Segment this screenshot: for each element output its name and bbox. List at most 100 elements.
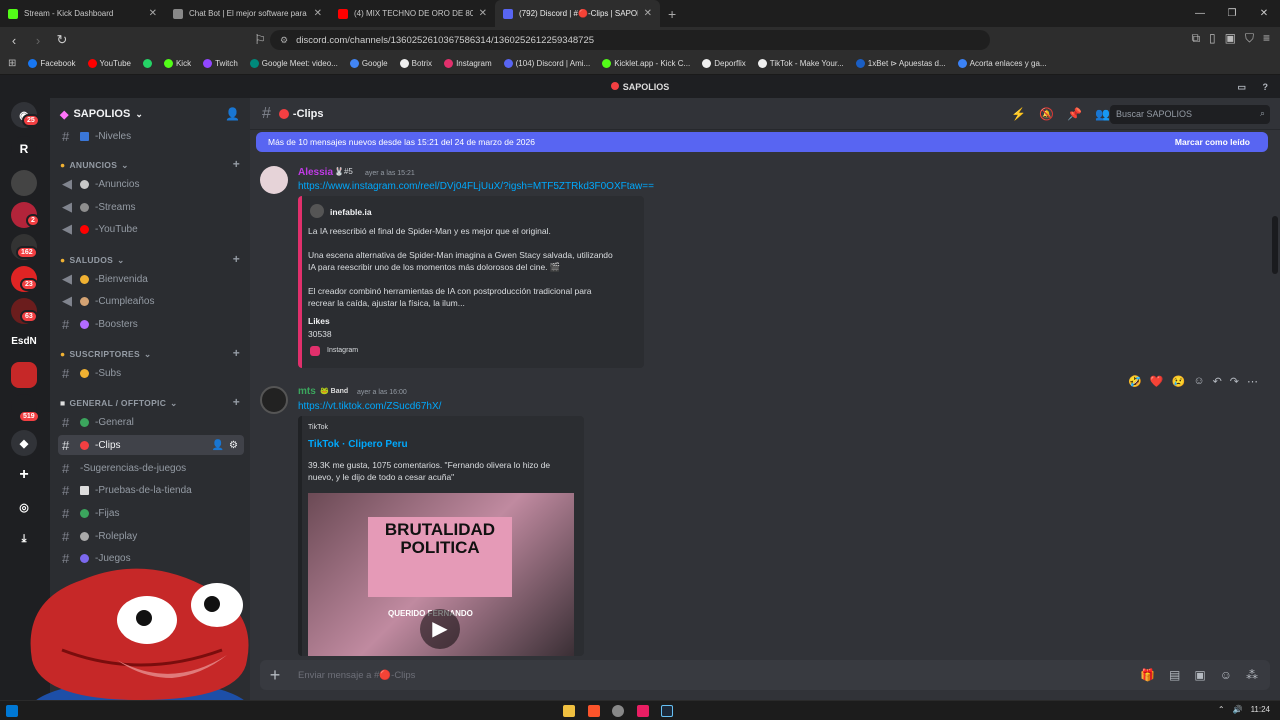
channel-boosters[interactable]: # -Boosters — [58, 314, 244, 334]
back-icon[interactable]: ‹ — [4, 33, 24, 48]
extensions-icon[interactable]: ⧉ — [1191, 31, 1200, 46]
mark-as-read-button[interactable]: Marcar como leído — [1175, 137, 1250, 147]
member-list-icon[interactable]: 👥 — [1095, 107, 1110, 121]
minimize-icon[interactable]: — — [1184, 8, 1216, 19]
menu-icon[interactable]: ≡ — [1263, 31, 1270, 46]
bookmark-icon[interactable]: ⚐ — [250, 32, 270, 48]
url-field[interactable]: ⚙ discord.com/channels/136025261036758631… — [270, 30, 990, 50]
server-icon-sapolios[interactable] — [11, 362, 37, 388]
attach-icon[interactable]: + — [260, 665, 290, 686]
bookmark-item[interactable]: Kick — [163, 59, 191, 68]
add-channel-icon[interactable]: + — [233, 252, 240, 266]
message-link[interactable]: https://www.instagram.com/reel/DVj04FLjU… — [298, 181, 654, 192]
category-anuncios[interactable]: ● ANUNCIOS ⌄ + — [60, 157, 240, 171]
sticker-icon[interactable]: ▣ — [1194, 668, 1205, 682]
message-composer[interactable]: + Enviar mensaje a #🔴-Clips 🎁 ▤ ▣ ☺ ⁂ — [260, 660, 1270, 690]
gift-icon[interactable]: 🎁 — [1140, 668, 1155, 682]
browser-tab-active[interactable]: (792) Discord | #🔴-Clips | SAPOLIO ✕ — [495, 0, 660, 27]
reply-icon[interactable]: ↶ — [1213, 375, 1222, 388]
bookmark-item[interactable]: 1xBet ⊳ Apuestas d... — [855, 59, 946, 68]
close-icon[interactable]: ✕ — [314, 8, 322, 19]
bookmark-item[interactable]: Google — [349, 59, 388, 68]
server-icon[interactable]: EsdN — [10, 328, 38, 354]
embed-author[interactable]: inefable.ia — [330, 207, 372, 217]
add-channel-icon[interactable]: + — [233, 346, 240, 360]
channel-streams[interactable]: ◀ -Streams — [58, 197, 244, 217]
help-icon[interactable]: ? — [1263, 76, 1269, 98]
add-reaction-icon[interactable]: ☺ — [1193, 375, 1204, 388]
message-author[interactable]: Alessia — [298, 167, 333, 178]
message-author[interactable]: mts — [298, 386, 316, 397]
gif-icon[interactable]: ▤ — [1169, 668, 1180, 682]
add-server-icon[interactable]: + — [11, 462, 37, 488]
server-icon[interactable] — [11, 170, 37, 196]
embed-title[interactable]: TikTok · Clipero Peru — [308, 439, 408, 451]
channel-niveles[interactable]: # -Niveles — [58, 126, 244, 146]
gear-icon[interactable]: ⚙ — [229, 440, 238, 451]
reaction-heart-icon[interactable]: ❤️ — [1150, 375, 1164, 388]
bookmark-item[interactable]: Acorta enlaces y ga... — [957, 59, 1047, 68]
channel-clips[interactable]: # -Clips 👤 ⚙ — [58, 435, 244, 455]
category-suscriptores[interactable]: ● SUSCRIPTORES ⌄ + — [60, 346, 240, 360]
message-link[interactable]: https://vt.tiktok.com/ZSucd67hX/ — [298, 401, 441, 412]
download-icon[interactable]: ⤓ — [11, 526, 37, 552]
avatar[interactable] — [260, 166, 288, 194]
bookmark-item[interactable]: TikTok - Make Your... — [757, 59, 844, 68]
message-input[interactable]: Enviar mensaje a #🔴-Clips — [298, 670, 415, 681]
inbox-icon[interactable]: ▭ — [1237, 76, 1246, 98]
new-tab-button[interactable]: + — [668, 6, 676, 22]
browser-tab[interactable]: Stream - Kick Dashboard ✕ — [0, 0, 165, 27]
bookmark-item[interactable] — [142, 59, 152, 68]
bookmark-item[interactable]: Twitch — [203, 59, 238, 68]
server-icon[interactable]: ◆ — [11, 430, 37, 456]
app-icon[interactable] — [637, 705, 649, 717]
wallet-icon[interactable]: ▣ — [1225, 31, 1236, 46]
bookmark-item[interactable]: Instagram — [444, 59, 492, 68]
reaction-sad-icon[interactable]: 😢 — [1172, 375, 1186, 388]
apps-icon[interactable]: ⊞ — [8, 58, 16, 69]
notification-bell-icon[interactable]: 🔕 — [1039, 107, 1054, 121]
category-saludos[interactable]: ● SALUDOS ⌄ + — [60, 252, 240, 266]
file-explorer-icon[interactable] — [563, 705, 575, 717]
pin-icon[interactable]: 📌 — [1067, 107, 1082, 121]
clock[interactable]: 11:24 — [1251, 705, 1270, 714]
browser-tab[interactable]: Chat Bot | El mejor software para pot ✕ — [165, 0, 330, 27]
scrollbar[interactable] — [1272, 216, 1278, 274]
avatar[interactable] — [260, 386, 288, 414]
more-icon[interactable]: ⋯ — [1247, 375, 1258, 388]
channel-cumpleanos[interactable]: ◀ -Cumpleaños — [58, 291, 244, 311]
add-channel-icon[interactable]: + — [233, 395, 240, 409]
channel-youtube[interactable]: ◀ -YouTube — [58, 219, 244, 239]
emoji-icon[interactable]: ☺ — [1220, 668, 1232, 682]
discover-icon[interactable]: ◎ — [11, 494, 37, 520]
bookmark-item[interactable]: (104) Discord | Ami... — [503, 59, 590, 68]
bookmark-item[interactable]: Kicklet.app - Kick C... — [602, 59, 690, 68]
app-icon[interactable] — [612, 705, 624, 717]
threads-icon[interactable]: ⚡ — [1011, 107, 1026, 121]
new-messages-bar[interactable]: Más de 10 mensajes nuevos desde las 15:2… — [256, 132, 1268, 152]
close-icon[interactable]: ✕ — [479, 8, 487, 19]
channel-general[interactable]: # -General — [58, 412, 244, 432]
channel-subs[interactable]: # -Subs — [58, 363, 244, 383]
forward-icon[interactable]: ↷ — [1230, 375, 1239, 388]
vpn-icon[interactable]: ⛉ — [1245, 31, 1254, 46]
start-icon[interactable] — [6, 705, 18, 717]
channel-sugerencias[interactable]: # -Sugerencias-de-juegos — [58, 458, 244, 478]
bookmark-item[interactable]: Botrix — [399, 59, 432, 68]
video-thumbnail[interactable]: BRUTALIDAD POLITICA QUERIDO FERNANDO ▶ — [308, 493, 574, 656]
forward-icon[interactable]: › — [28, 33, 48, 48]
reload-icon[interactable]: ↻ — [52, 32, 72, 48]
close-icon[interactable]: ✕ — [149, 8, 157, 19]
steam-icon[interactable] — [661, 705, 673, 717]
add-channel-icon[interactable]: + — [233, 157, 240, 171]
reaction-laugh-icon[interactable]: 🤣 — [1128, 375, 1142, 388]
add-member-icon[interactable]: 👤 — [225, 107, 240, 121]
bookmark-item[interactable]: Deporflix — [702, 59, 746, 68]
channel-bienvenida[interactable]: ◀ -Bienvenida — [58, 269, 244, 289]
channel-fijas[interactable]: # -Fijas — [58, 503, 244, 523]
invite-icon[interactable]: 👤 — [212, 440, 224, 451]
channel-anuncios[interactable]: ◀ -Anuncios — [58, 174, 244, 194]
bookmark-item[interactable]: YouTube — [87, 59, 131, 68]
brave-icon[interactable] — [588, 705, 600, 717]
tray-chevron-icon[interactable]: ⌃ — [1218, 705, 1225, 714]
